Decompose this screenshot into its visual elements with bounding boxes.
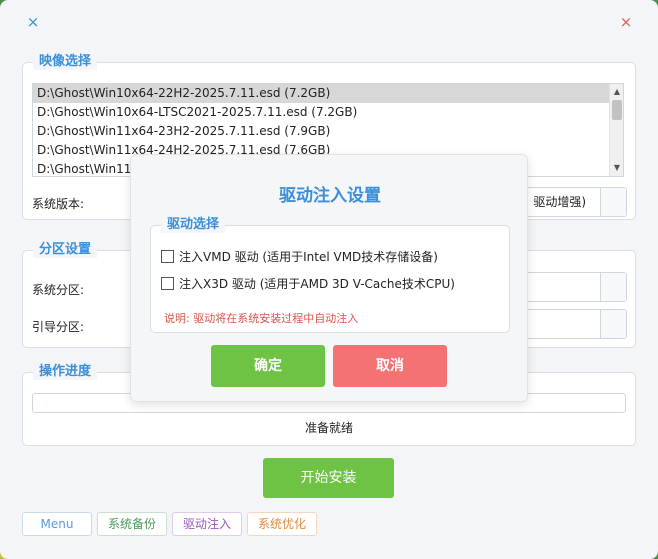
modal-overlay: 驱动注入设置 驱动选择 注入VMD 驱动 (适用于Intel VMD技术存储设备… [0,0,658,559]
vmd-option-label: 注入VMD 驱动 (适用于Intel VMD技术存储设备) [179,250,438,264]
ok-button[interactable]: 确定 [211,345,325,387]
dialog-note: 说明: 驱动将在系统安装过程中自动注入 [164,312,359,325]
x3d-option[interactable]: 注入X3D 驱动 (适用于AMD 3D V-Cache技术CPU) [161,275,455,293]
vmd-option[interactable]: 注入VMD 驱动 (适用于Intel VMD技术存储设备) [161,248,438,266]
driver-select-group: 驱动选择 注入VMD 驱动 (适用于Intel VMD技术存储设备) 注入X3D… [150,217,510,333]
dialog-title: 驱动注入设置 [279,186,381,206]
cancel-button[interactable]: 取消 [333,345,447,387]
x3d-option-label: 注入X3D 驱动 (适用于AMD 3D V-Cache技术CPU) [179,277,455,291]
main-window: × × 映像选择 D:\Ghost\Win10x64-22H2-2025.7.1… [0,0,658,559]
driver-select-title: 驱动选择 [161,217,226,233]
vmd-checkbox[interactable] [161,250,174,263]
driver-inject-dialog: 驱动注入设置 驱动选择 注入VMD 驱动 (适用于Intel VMD技术存储设备… [130,154,528,402]
x3d-checkbox[interactable] [161,277,174,290]
